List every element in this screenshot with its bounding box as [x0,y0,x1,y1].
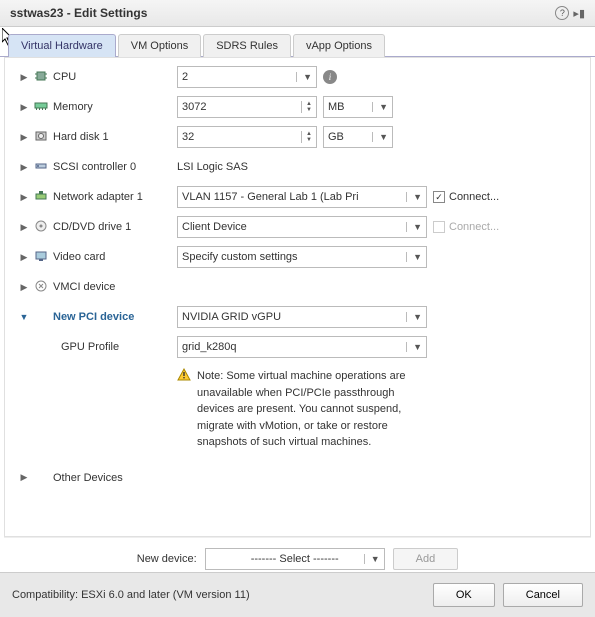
expand-icon[interactable]: ▶ [17,252,31,263]
row-other-devices: ▶ Other Devices [17,463,578,493]
title-bar: sstwas23 - Edit Settings ? ▸▮ [0,0,595,27]
memory-label: Memory [51,101,177,113]
video-label: Video card [51,251,177,263]
vmci-icon [31,279,51,296]
chevron-down-icon: ▼ [364,554,380,564]
expand-icon[interactable]: ▶ [17,282,31,293]
help-icon[interactable]: ? [555,6,569,20]
gpu-profile-select[interactable]: grid_k280q▼ [177,336,427,358]
network-icon [31,189,51,206]
chevron-down-icon: ▼ [406,312,422,322]
network-label: Network adapter 1 [51,191,177,203]
row-memory: ▶ Memory 3072▲▼ MB▼ [17,92,578,122]
row-gpu-profile: GPU Profile grid_k280q▼ [17,332,578,362]
titlebar-controls: ? ▸▮ [555,6,585,20]
settings-panel: ▶ CPU 2▼ i ▶ Memory 3072▲▼ MB▼ ▶ Hard di… [4,57,591,537]
new-pci-label: New PCI device [51,311,177,323]
scsi-label: SCSI controller 0 [51,161,177,173]
harddisk-input[interactable]: 32▲▼ [177,126,317,148]
row-note: Note: Some virtual machine operations ar… [17,362,578,463]
cpu-icon [31,69,51,86]
row-video: ▶ Video card Specify custom settings▼ [17,242,578,272]
video-icon [31,249,51,266]
memory-unit-select[interactable]: MB▼ [323,96,393,118]
tab-vm-options[interactable]: VM Options [118,34,201,57]
video-select[interactable]: Specify custom settings▼ [177,246,427,268]
spinner-down-icon[interactable]: ▼ [306,137,312,143]
expand-icon[interactable]: ▶ [17,222,31,233]
row-harddisk: ▶ Hard disk 1 32▲▼ GB▼ [17,122,578,152]
warning-icon [177,368,191,382]
tab-bar: Virtual Hardware VM Options SDRS Rules v… [0,27,595,57]
pci-select[interactable]: NVIDIA GRID vGPU▼ [177,306,427,328]
compatibility-text: Compatibility: ESXi 6.0 and later (VM ve… [12,589,250,601]
ok-button[interactable]: OK [433,583,495,607]
gpu-profile-label: GPU Profile [51,341,177,353]
add-button: Add [393,548,459,570]
network-select[interactable]: VLAN 1157 - General Lab 1 (Lab Pri▼ [177,186,427,208]
cancel-button[interactable]: Cancel [503,583,583,607]
checkbox-checked-icon: ✓ [433,191,445,203]
spinner-down-icon[interactable]: ▼ [306,107,312,113]
expand-icon[interactable]: ▶ [17,132,31,143]
cddvd-label: CD/DVD drive 1 [51,221,177,233]
network-connect-checkbox[interactable]: ✓Connect... [433,191,499,203]
info-icon[interactable]: i [323,70,337,84]
tab-virtual-hardware[interactable]: Virtual Hardware [8,34,116,57]
new-device-select[interactable]: ------- Select ------- ▼ [205,548,385,570]
row-network: ▶ Network adapter 1 VLAN 1157 - General … [17,182,578,212]
disk-icon [31,129,51,146]
cddvd-select[interactable]: Client Device▼ [177,216,427,238]
other-devices-label: Other Devices [51,472,177,484]
vmci-label: VMCI device [51,281,177,293]
expand-icon[interactable]: ▶ [17,102,31,113]
scsi-value: LSI Logic SAS [177,161,248,173]
chevron-down-icon: ▼ [406,192,422,202]
footer-bar: Compatibility: ESXi 6.0 and later (VM ve… [0,572,595,617]
chevron-down-icon: ▼ [372,102,388,112]
checkbox-unchecked-icon [433,221,445,233]
expand-icon[interactable]: ▶ [17,472,31,483]
expand-icon[interactable]: ▶ [17,192,31,203]
row-new-pci: ▼ New PCI device NVIDIA GRID vGPU▼ [17,302,578,332]
tab-sdrs-rules[interactable]: SDRS Rules [203,34,291,57]
cpu-label: CPU [51,71,177,83]
harddisk-label: Hard disk 1 [51,131,177,143]
cddvd-connect-checkbox: Connect... [433,221,499,233]
harddisk-unit-select[interactable]: GB▼ [323,126,393,148]
memory-icon [31,99,51,116]
row-vmci: ▶ VMCI device [17,272,578,302]
chevron-down-icon: ▼ [406,342,422,352]
chevron-down-icon: ▼ [406,252,422,262]
row-cddvd: ▶ CD/DVD drive 1 Client Device▼ Connect.… [17,212,578,242]
cd-icon [31,219,51,236]
expand-icon[interactable]: ▶ [17,162,31,173]
new-device-label: New device: [137,553,197,565]
chevron-down-icon: ▼ [296,72,312,82]
collapse-icon[interactable]: ▼ [17,312,31,322]
row-scsi: ▶ SCSI controller 0 LSI Logic SAS [17,152,578,182]
row-cpu: ▶ CPU 2▼ i [17,62,578,92]
tab-vapp-options[interactable]: vApp Options [293,34,385,57]
cpu-select[interactable]: 2▼ [177,66,317,88]
scsi-icon [31,159,51,176]
memory-input[interactable]: 3072▲▼ [177,96,317,118]
note-text: Note: Some virtual machine operations ar… [197,368,427,451]
window-title: sstwas23 - Edit Settings [10,6,147,20]
expand-icon[interactable]: ▶ [17,72,31,83]
chevron-down-icon: ▼ [372,132,388,142]
chevron-down-icon: ▼ [406,222,422,232]
collapse-icon[interactable]: ▸▮ [573,7,585,20]
